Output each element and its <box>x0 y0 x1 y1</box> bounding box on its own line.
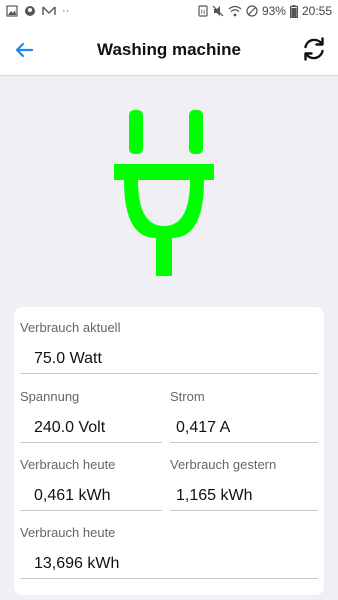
status-bar: ·· N 93% 20:55 <box>0 0 338 24</box>
current-label: Strom <box>170 389 205 404</box>
app-notification-icon <box>25 6 35 16</box>
usage-yesterday-underline <box>170 510 318 511</box>
current-usage-underline <box>20 373 318 374</box>
mail-icon <box>42 6 56 15</box>
voltage-label: Spannung <box>20 389 80 404</box>
current-underline <box>170 442 318 443</box>
usage-today-underline <box>20 510 162 511</box>
current-usage-label: Verbrauch aktuell <box>20 320 121 335</box>
battery-percent: 93% <box>261 4 286 18</box>
wifi-icon <box>228 5 242 17</box>
page-title: Washing machine <box>97 40 241 59</box>
status-bar-dots: ·· <box>62 5 70 17</box>
current-value: 0,417 A <box>176 419 231 436</box>
gallery-icon <box>6 5 18 17</box>
status-bar-notifications: ·· <box>6 5 69 17</box>
refresh-icon <box>304 37 324 61</box>
usage-today-value: 0,461 kWh <box>34 487 111 504</box>
current-usage-value: 75.0 Watt <box>34 350 102 367</box>
usage-today-label: Verbrauch heute <box>20 457 116 472</box>
usage-yesterday-value: 1,165 kWh <box>176 487 253 504</box>
alarm-off-icon <box>246 5 258 17</box>
usage-total-value: 13,696 kWh <box>34 555 120 572</box>
usage-total-underline <box>20 578 318 579</box>
status-bar-system: N 93% 20:55 <box>198 4 332 18</box>
usage-total-label: Verbrauch heute <box>20 525 116 540</box>
status-bar-time: 20:55 <box>301 4 332 18</box>
voltage-value: 240.0 Volt <box>34 419 106 436</box>
voltage-underline <box>20 442 162 443</box>
measurements-card: Verbrauch aktuell 75.0 Watt Spannung 240… <box>14 307 324 595</box>
mute-icon <box>212 5 224 17</box>
refresh-button[interactable] <box>300 35 328 63</box>
app-header: Washing machine <box>0 24 338 76</box>
nfc-icon: N <box>198 5 208 17</box>
battery-icon <box>289 4 298 18</box>
power-plug-icon <box>114 110 214 276</box>
svg-text:N: N <box>201 10 205 16</box>
usage-yesterday-label: Verbrauch gestern <box>170 457 277 472</box>
